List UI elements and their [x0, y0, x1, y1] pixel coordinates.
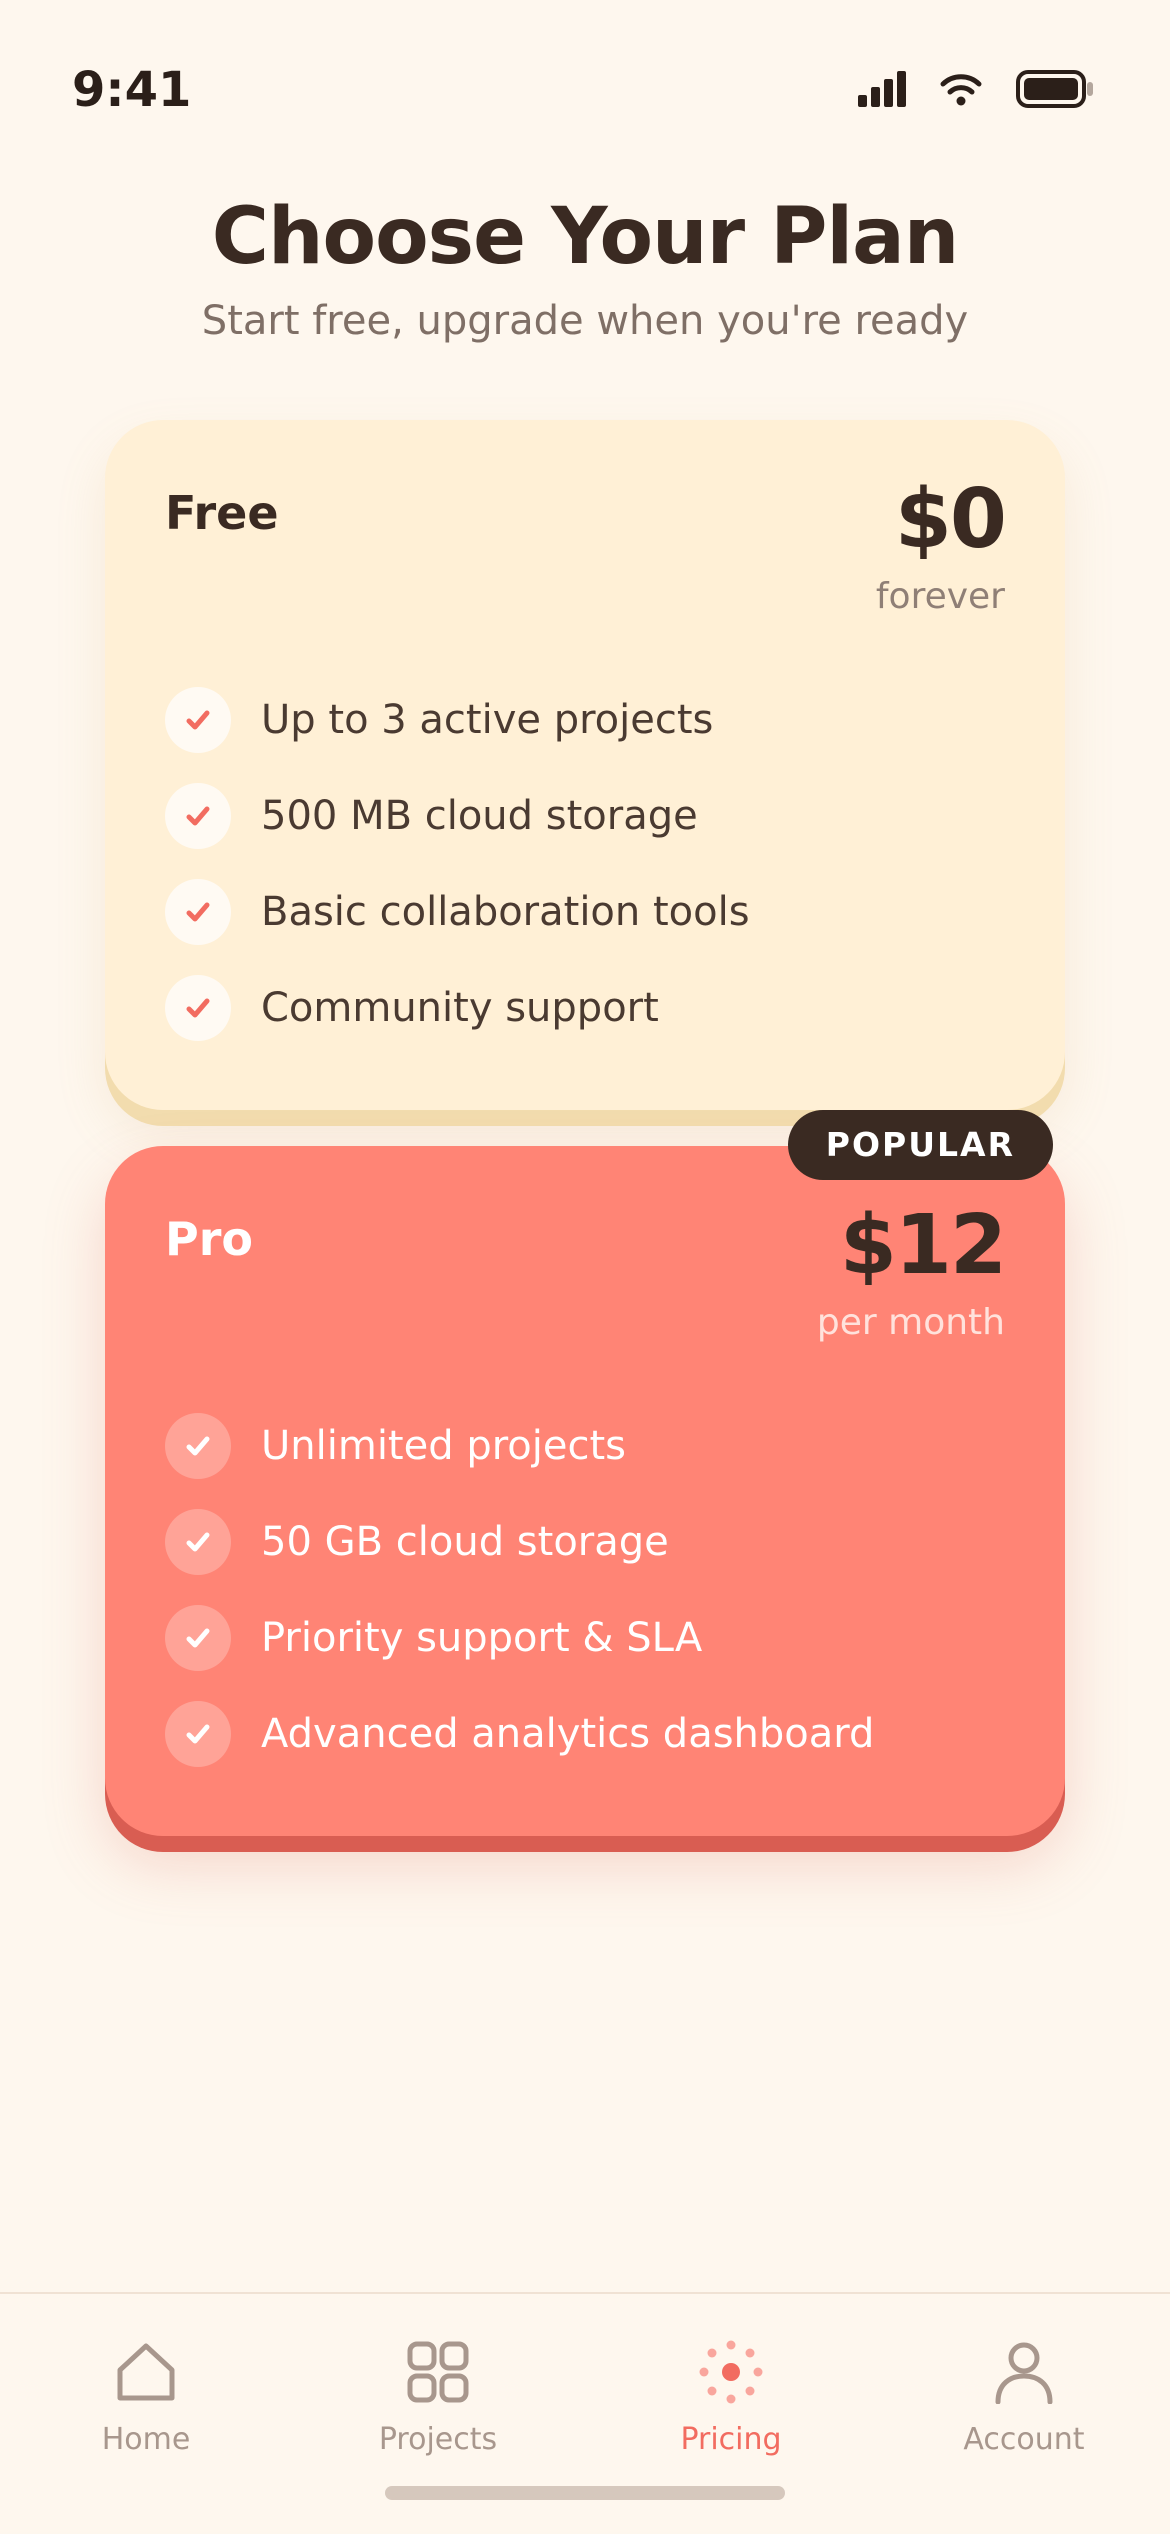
check-icon: [165, 783, 231, 849]
feature-item: Basic collaboration tools: [165, 864, 750, 960]
plan-card-pro[interactable]: POPULAR Pro $12 per month Unlimited proj…: [105, 1110, 1065, 1836]
plan-name: Pro: [165, 1212, 254, 1266]
feature-text: Advanced analytics dashboard: [261, 1711, 875, 1757]
feature-text: Basic collaboration tools: [261, 889, 750, 935]
feature-item: Priority support & SLA: [165, 1590, 874, 1686]
tab-account[interactable]: Account: [878, 2334, 1170, 2457]
plan-card-free[interactable]: Free $0 forever Up to 3 active projects …: [105, 420, 1065, 1110]
feature-list: Unlimited projects 50 GB cloud storage P…: [165, 1398, 874, 1782]
feature-text: Up to 3 active projects: [261, 697, 714, 743]
battery-icon: [1016, 70, 1094, 108]
feature-item: Up to 3 active projects: [165, 672, 750, 768]
grid-icon: [292, 2334, 584, 2410]
page-subtitle: Start free, upgrade when you're ready: [201, 298, 969, 344]
plan-price: $0: [894, 472, 1007, 567]
signal-icon: [858, 71, 906, 107]
check-icon: [165, 879, 231, 945]
home-icon: [0, 2334, 292, 2410]
plan-period: per month: [816, 1302, 1005, 1343]
tab-label: Projects: [378, 2422, 498, 2457]
tab-projects[interactable]: Projects: [292, 2334, 584, 2457]
wifi-icon: [940, 72, 982, 106]
check-icon: [165, 1413, 231, 1479]
tab-home[interactable]: Home: [0, 2334, 292, 2457]
check-icon: [165, 687, 231, 753]
check-icon: [165, 1605, 231, 1671]
feature-item: Unlimited projects: [165, 1398, 874, 1494]
feature-text: Unlimited projects: [261, 1423, 626, 1469]
feature-text: 500 MB cloud storage: [261, 793, 698, 839]
feature-text: Community support: [261, 985, 659, 1031]
person-icon: [878, 2334, 1170, 2410]
check-icon: [165, 1701, 231, 1767]
popular-badge: POPULAR: [787, 1110, 1053, 1180]
plan-price: $12: [839, 1198, 1007, 1293]
check-icon: [165, 1509, 231, 1575]
feature-item: 50 GB cloud storage: [165, 1494, 874, 1590]
status-icons: [858, 70, 1094, 108]
feature-item: Community support: [165, 960, 750, 1056]
page-title: Choose Your Plan: [211, 192, 960, 282]
feature-text: 50 GB cloud storage: [261, 1519, 669, 1565]
plan-period: forever: [875, 576, 1005, 617]
tab-label: Account: [963, 2422, 1085, 2457]
feature-list: Up to 3 active projects 500 MB cloud sto…: [165, 672, 750, 1056]
check-icon: [165, 975, 231, 1041]
sparkle-icon: [585, 2334, 877, 2410]
status-time: 9:41: [72, 62, 192, 118]
status-bar: 9:41: [0, 0, 1170, 190]
tab-label: Home: [101, 2422, 191, 2457]
feature-item: Advanced analytics dashboard: [165, 1686, 874, 1782]
feature-text: Priority support & SLA: [261, 1615, 703, 1661]
feature-item: 500 MB cloud storage: [165, 768, 750, 864]
tab-label: Pricing: [680, 2422, 782, 2457]
plan-name: Free: [165, 486, 279, 540]
home-indicator[interactable]: [385, 2486, 785, 2500]
tab-pricing[interactable]: Pricing: [585, 2334, 877, 2457]
